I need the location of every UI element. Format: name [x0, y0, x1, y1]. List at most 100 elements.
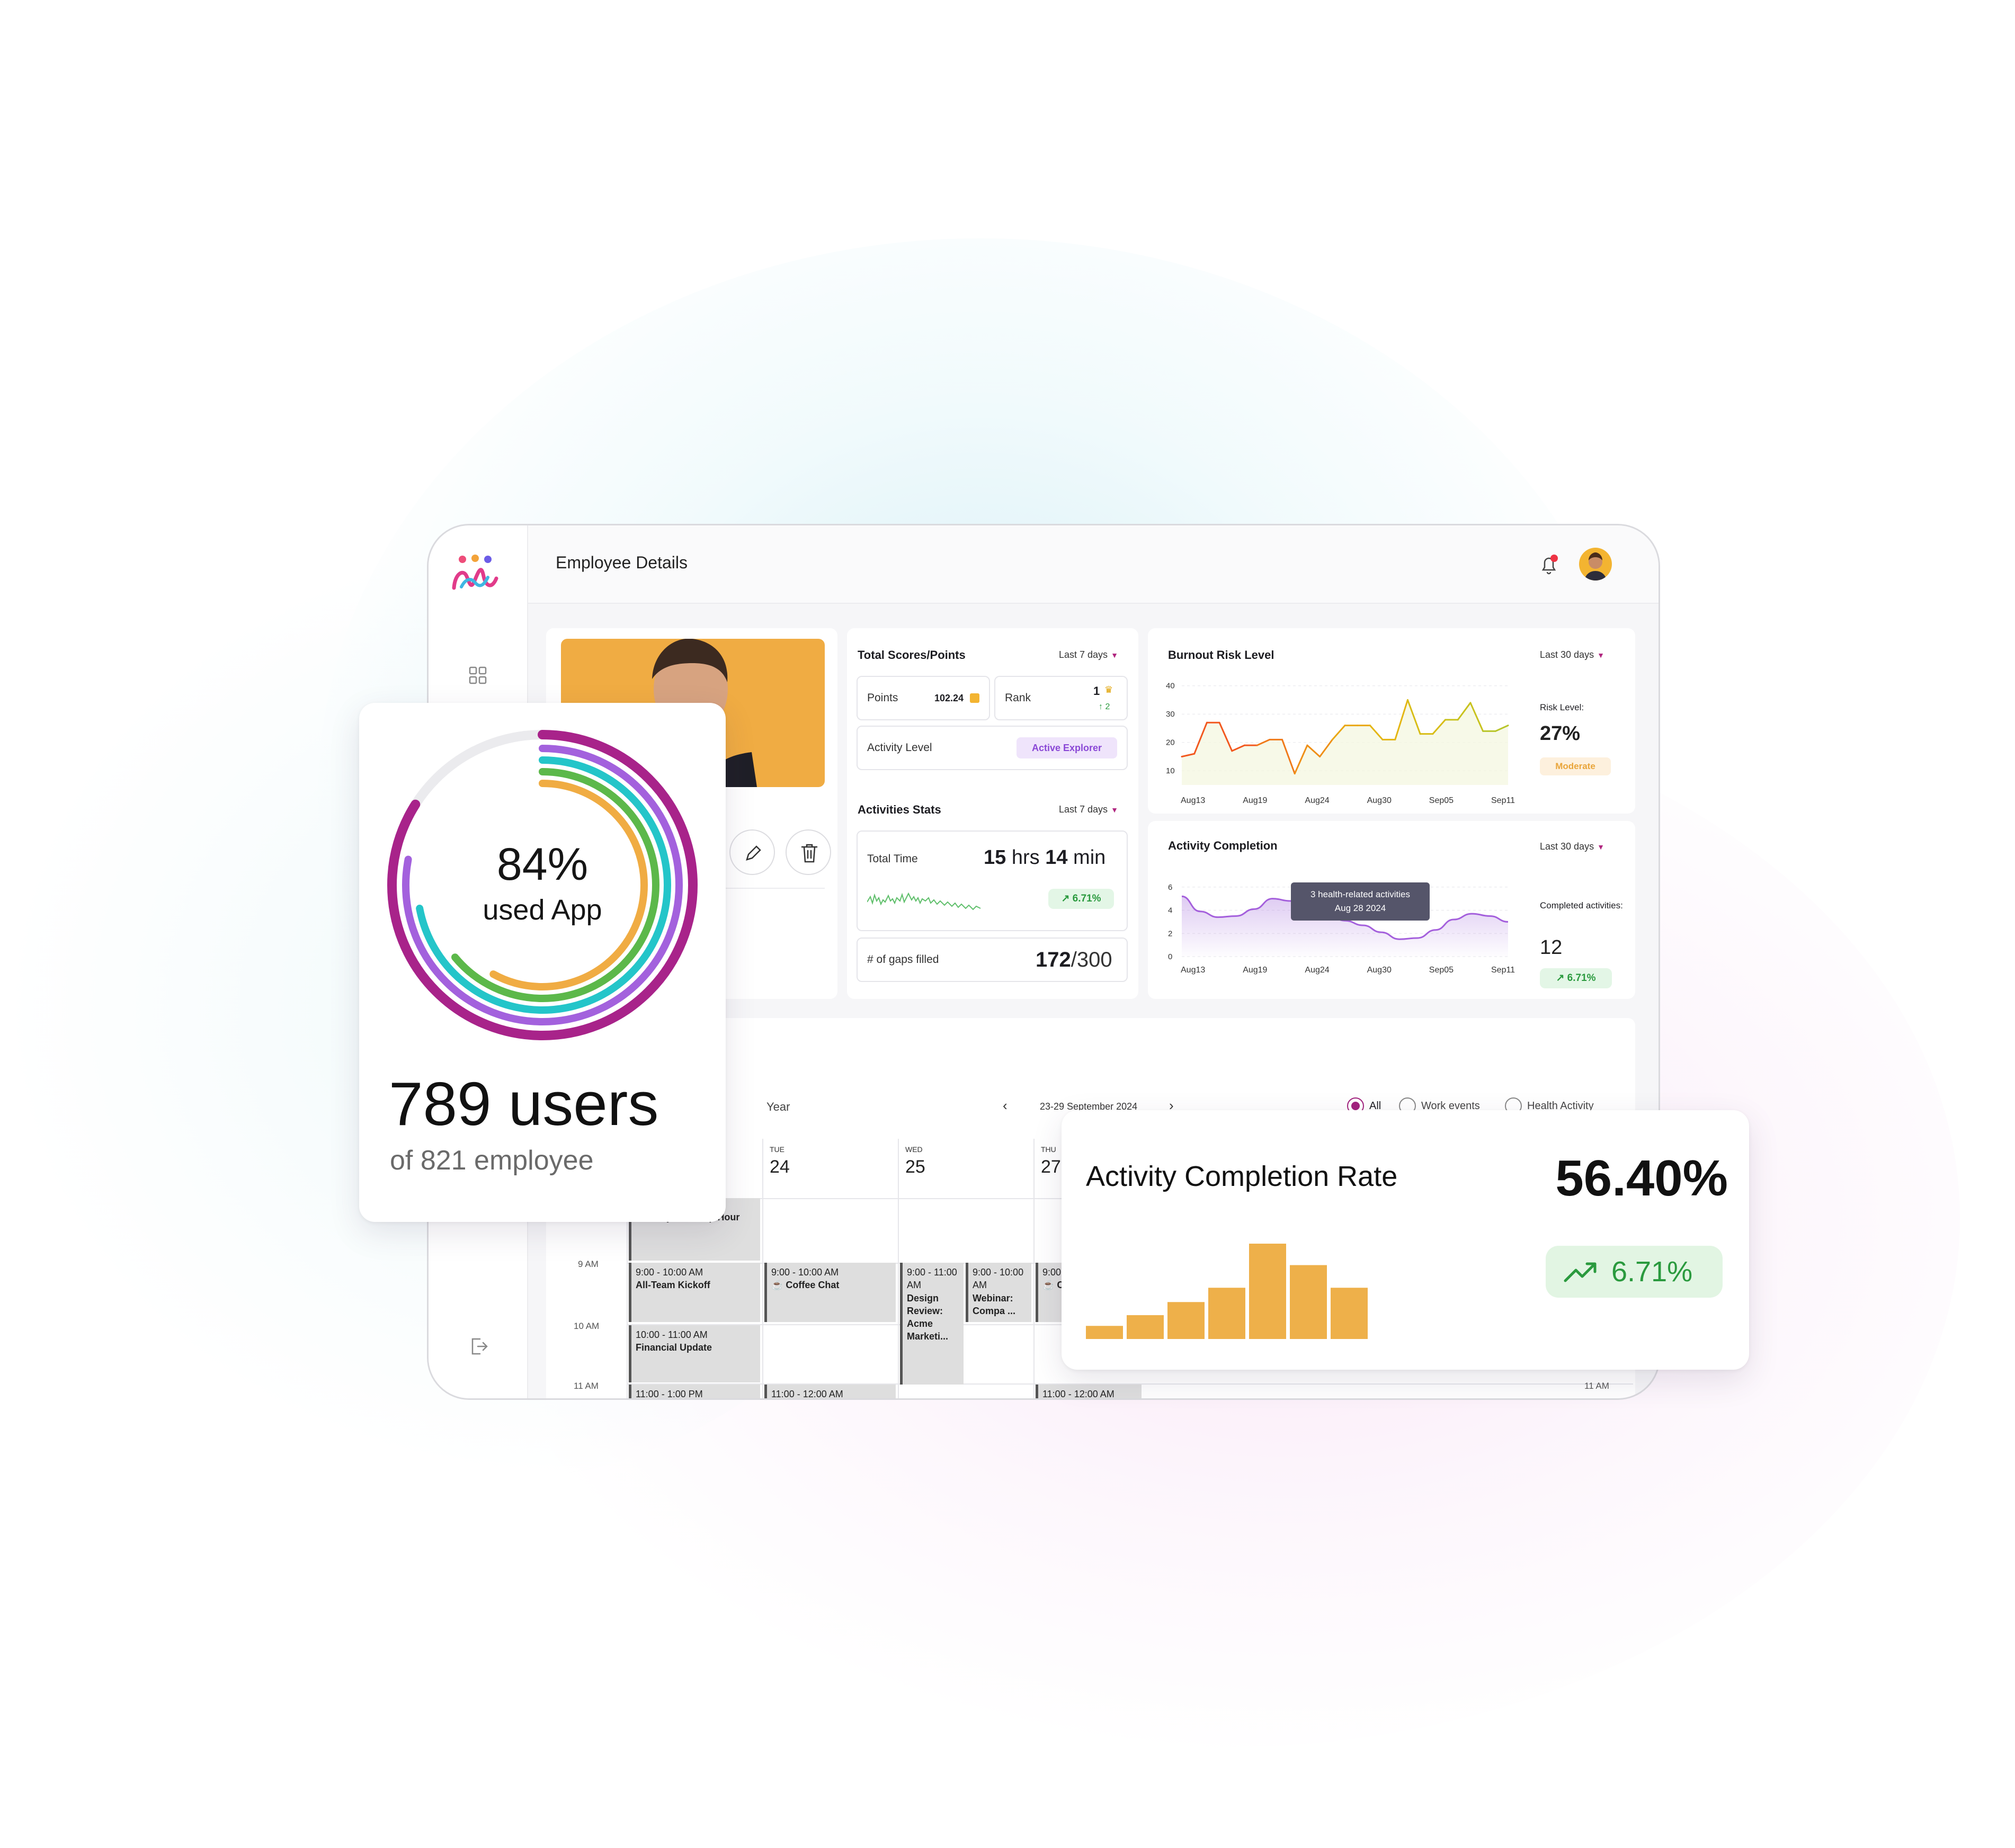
prev-week-chevron-icon[interactable]: ‹ — [1003, 1097, 1008, 1114]
delete-button[interactable] — [786, 829, 831, 875]
day-label: WED — [905, 1145, 923, 1154]
burnout-card: Burnout Risk Level Last 30 days ▼ 10 20 30 4… — [1148, 628, 1635, 814]
points-label: Points — [867, 692, 898, 704]
view-year-tab[interactable]: Year — [766, 1100, 790, 1114]
trend-up-icon: ↗ — [1556, 972, 1567, 984]
time-label: 10 AM — [574, 1321, 600, 1331]
crown-icon: ♛ — [1104, 684, 1113, 695]
rate-bar — [1208, 1288, 1245, 1339]
risk-value: 27% — [1540, 722, 1581, 745]
completion-rate-card: Activity Completion Rate 56.40% 6.71% — [1062, 1110, 1749, 1370]
scores-card: Total Scores/Points Last 7 days ▼ Points … — [847, 628, 1138, 999]
activity-level-badge: Active Explorer — [1017, 737, 1117, 758]
usage-percent: 84% — [496, 839, 589, 890]
completion-change-badge: ↗ 6.71% — [1540, 968, 1612, 988]
x-tick-label: Sep11 — [1491, 966, 1515, 975]
app-usage-card: 84% used App 789 users of 821 employee — [359, 703, 726, 1222]
x-tick-label: Aug13 — [1181, 966, 1205, 975]
completion-range-select[interactable]: Last 30 days ▼ — [1540, 841, 1604, 852]
activity-level-box: Activity Level Active Explorer — [857, 726, 1128, 770]
dashboard-grid-icon[interactable] — [468, 666, 487, 688]
completion-title: Activity Completion — [1168, 839, 1278, 852]
rate-bar — [1127, 1315, 1164, 1339]
edit-button[interactable] — [729, 829, 775, 875]
calendar-event[interactable]: 11:00 - 12:00 AM — [1036, 1385, 1142, 1398]
rate-title: Activity Completion Rate — [1086, 1160, 1398, 1192]
users-of-total: of 821 employee — [390, 1145, 594, 1176]
x-tick-label: Sep05 — [1429, 966, 1454, 975]
logout-icon[interactable] — [468, 1336, 489, 1360]
rate-bar — [1290, 1265, 1327, 1339]
burnout-range-select[interactable]: Last 30 days ▼ — [1540, 649, 1604, 660]
calendar-event[interactable]: 9:00 - 11:00 AM Design Review: Acme Marke… — [900, 1263, 964, 1385]
activities-title: Activities Stats — [858, 803, 941, 816]
rate-bar — [1331, 1288, 1368, 1339]
scores-title: Total Scores/Points — [858, 648, 966, 662]
y-tick-label: 2 — [1168, 929, 1172, 938]
x-tick-label: Aug13 — [1181, 796, 1205, 805]
total-time-label: Total Time — [867, 853, 918, 865]
calendar-event[interactable]: 9:00 - 10:00 AM ☕ Coffee Chat — [764, 1263, 896, 1322]
top-bar: Employee Details — [528, 525, 1659, 604]
calendar-event[interactable]: 10:00 - 11:00 AM Financial Update — [629, 1325, 760, 1382]
y-tick-label: 0 — [1168, 952, 1172, 961]
rate-bar — [1167, 1302, 1205, 1339]
day-number[interactable]: 27 — [1041, 1157, 1061, 1177]
points-value: 102.24 — [934, 693, 964, 703]
completed-value: 12 — [1540, 936, 1563, 959]
day-number[interactable]: 24 — [770, 1157, 790, 1177]
calendar-event[interactable]: 9:00 - 10:00 AM All-Team Kickoff — [629, 1263, 760, 1322]
rank-value: 1 — [1093, 684, 1100, 698]
x-tick-label: Sep11 — [1491, 796, 1515, 805]
activities-range-select[interactable]: Last 7 days ▼ — [1059, 804, 1118, 815]
trash-icon — [801, 844, 818, 863]
rank-box: Rank 1 ♛ ↑ 2 — [994, 676, 1128, 720]
rank-change: ↑ 2 — [1099, 702, 1110, 711]
day-label: THU — [1041, 1145, 1056, 1154]
points-box: Points 102.24 — [857, 676, 990, 720]
rate-bar — [1086, 1326, 1123, 1339]
calendar-event[interactable]: 9:00 - 10:00 AM Webinar: Compa ... — [966, 1263, 1031, 1322]
usage-label: used App — [483, 894, 602, 926]
time-change-badge: ↗ 6.71% — [1048, 889, 1114, 909]
x-tick-label: Aug24 — [1305, 796, 1329, 805]
x-tick-label: Aug30 — [1367, 966, 1392, 975]
total-time-value: 15 hrs 14 min — [984, 846, 1106, 869]
time-label: 9 AM — [578, 1259, 599, 1269]
rate-bar-chart — [1086, 1244, 1368, 1339]
total-time-box: Total Time 15 hrs 14 min ↗ 6.71% — [857, 831, 1128, 931]
burnout-line-chart: 10 20 30 40 Aug13 Aug19 Aug24 Aug30 Sep05 Sep11 — [1166, 682, 1515, 805]
notification-bell-icon[interactable] — [1538, 553, 1561, 579]
risk-badge: Moderate — [1540, 757, 1611, 775]
calendar-event[interactable]: 11:00 - 1:00 PM — [629, 1385, 760, 1398]
activity-level-label: Activity Level — [867, 742, 932, 754]
page-title: Employee Details — [556, 553, 688, 572]
calendar-event[interactable]: 11:00 - 12:00 AM — [764, 1385, 896, 1398]
y-tick-label: 40 — [1166, 682, 1175, 691]
completed-label: Completed activities: — [1540, 900, 1623, 910]
col-line — [762, 1139, 763, 1398]
day-label: TUE — [770, 1145, 784, 1154]
gaps-label: # of gaps filled — [867, 953, 939, 966]
rate-change-badge: 6.71% — [1546, 1246, 1723, 1298]
gaps-value: 172/300 — [1036, 948, 1112, 971]
x-tick-label: Aug30 — [1367, 796, 1392, 805]
app-logo — [450, 552, 501, 597]
rate-value: 56.40% — [1555, 1150, 1728, 1207]
x-tick-label: Aug19 — [1243, 966, 1267, 975]
trend-up-icon: ↗ — [1061, 893, 1073, 904]
y-tick-label: 6 — [1168, 883, 1172, 892]
y-tick-label: 30 — [1166, 710, 1175, 719]
y-tick-label: 10 — [1166, 766, 1175, 775]
completion-tooltip: 3 health-related activities Aug 28 2024 — [1291, 882, 1430, 921]
pencil-icon — [746, 845, 761, 861]
scores-range-select[interactable]: Last 7 days ▼ — [1059, 649, 1118, 660]
x-tick-label: Sep05 — [1429, 796, 1454, 805]
time-label: 11 AM — [1584, 1381, 1609, 1391]
user-avatar[interactable] — [1579, 548, 1612, 581]
rank-label: Rank — [1005, 692, 1031, 704]
x-tick-label: Aug24 — [1305, 966, 1329, 975]
day-number[interactable]: 25 — [905, 1157, 925, 1177]
col-line — [898, 1139, 899, 1398]
x-tick-label: Aug19 — [1243, 796, 1267, 805]
